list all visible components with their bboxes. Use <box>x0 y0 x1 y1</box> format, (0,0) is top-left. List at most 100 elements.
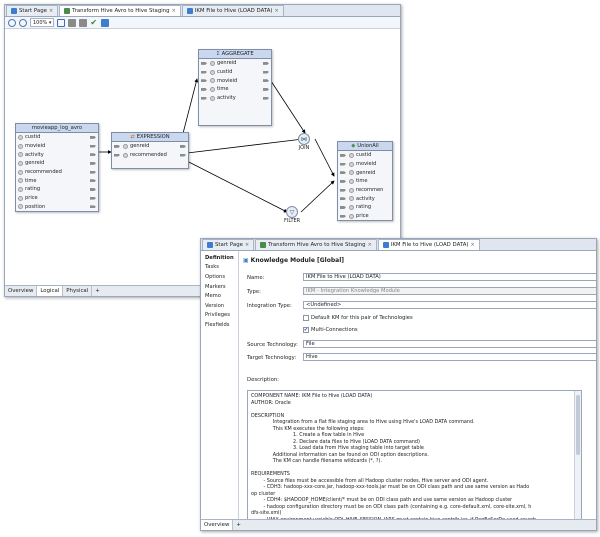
output-port-icon[interactable] <box>90 196 96 200</box>
attribute-row[interactable]: time <box>199 85 271 94</box>
source-tech-select[interactable]: File▾ <box>303 340 596 348</box>
output-port-icon[interactable] <box>180 153 186 157</box>
attribute-row[interactable]: position <box>16 203 98 212</box>
close-icon[interactable]: × <box>368 242 372 248</box>
nav-item-version[interactable]: Version <box>201 301 238 311</box>
grid-icon[interactable] <box>79 18 88 27</box>
tab-transform-mapping[interactable]: Transform Hive Avro to Hive Staging × <box>255 239 377 250</box>
output-port-icon[interactable] <box>90 144 96 148</box>
attribute-row[interactable]: genreid <box>199 59 271 68</box>
checkbox-checked-icon[interactable]: ✔ <box>303 327 309 333</box>
attribute-row[interactable]: price <box>338 212 392 221</box>
default-km-checkbox[interactable]: Default KM for this pair of Technologies <box>303 315 413 321</box>
input-port-icon[interactable] <box>340 179 346 183</box>
attribute-row[interactable]: activity <box>199 94 271 103</box>
output-port-icon[interactable] <box>90 161 96 165</box>
add-tab-icon[interactable]: + <box>233 522 241 528</box>
close-icon[interactable]: × <box>275 8 279 14</box>
attribute-row[interactable]: movieid <box>16 142 98 151</box>
output-port-icon[interactable] <box>263 79 269 83</box>
output-port-icon[interactable] <box>90 135 96 139</box>
filter-component[interactable]: ▽ FILTER <box>284 206 300 224</box>
attribute-row[interactable]: time <box>338 177 392 186</box>
input-port-icon[interactable] <box>114 153 120 157</box>
close-icon[interactable]: × <box>471 242 475 248</box>
input-port-icon[interactable] <box>340 205 346 209</box>
source-datastore-node[interactable]: movieapp_log_avro custid movieid activity g… <box>15 123 99 212</box>
tab-overview[interactable]: Overview <box>201 520 234 530</box>
type-select[interactable]: IKM - Integration Knowledge Module▾ <box>303 287 596 295</box>
output-port-icon[interactable] <box>180 144 186 148</box>
multi-connections-checkbox[interactable]: ✔ Multi-Connections <box>303 327 358 333</box>
zoom-select[interactable]: 100% ▾ <box>30 18 55 27</box>
zoom-in-icon[interactable] <box>8 18 16 27</box>
attribute-row[interactable]: movieid <box>199 76 271 85</box>
attribute-row[interactable]: custid <box>338 151 392 160</box>
properties-icon[interactable] <box>101 18 110 27</box>
tab-physical[interactable]: Physical <box>63 286 93 296</box>
close-icon[interactable]: × <box>49 8 53 14</box>
output-port-icon[interactable] <box>90 179 96 183</box>
tab-ikm-file-to-hive[interactable]: IKM File to Hive (LOAD DATA) × <box>181 5 284 16</box>
output-port-icon[interactable] <box>90 153 96 157</box>
nav-item-tasks[interactable]: Tasks <box>201 263 238 273</box>
close-icon[interactable]: × <box>172 8 176 14</box>
input-port-icon[interactable] <box>201 87 207 91</box>
tab-start-page[interactable]: Start Page × <box>202 239 255 250</box>
attribute-row[interactable]: recommended <box>112 151 188 160</box>
validate-check-icon[interactable]: ✔ <box>90 18 98 27</box>
fit-icon[interactable] <box>57 18 66 27</box>
nav-item-options[interactable]: Options <box>201 272 238 282</box>
attribute-row[interactable]: rating <box>16 185 98 194</box>
name-field[interactable]: IKM File to Hive (LOAD DATA) <box>303 273 596 281</box>
attribute-row[interactable]: activity <box>338 194 392 203</box>
close-icon[interactable]: × <box>245 242 249 248</box>
output-port-icon[interactable] <box>263 61 269 65</box>
nav-item-flexfields[interactable]: Flexfields <box>201 320 238 330</box>
input-port-icon[interactable] <box>340 153 346 157</box>
attribute-row[interactable]: genreid <box>112 142 188 151</box>
attribute-row[interactable]: time <box>16 176 98 185</box>
input-port-icon[interactable] <box>340 197 346 201</box>
attribute-row[interactable]: recommen <box>338 186 392 195</box>
add-tab-icon[interactable]: + <box>92 288 100 294</box>
input-port-icon[interactable] <box>114 144 120 148</box>
attribute-row[interactable]: movieid <box>338 160 392 169</box>
nav-item-memo[interactable]: Memo <box>201 291 238 301</box>
checkbox-box[interactable] <box>303 315 309 321</box>
aggregate-node[interactable]: Σ AGGREGATE genreid custid movieid time activ… <box>198 49 272 126</box>
nav-item-definition[interactable]: Definition <box>201 253 238 263</box>
target-tech-select[interactable]: Hive▾ <box>303 353 596 361</box>
layout-icon[interactable] <box>68 18 77 27</box>
description-scrollbar[interactable] <box>574 391 581 530</box>
attribute-row[interactable]: activity <box>16 150 98 159</box>
input-port-icon[interactable] <box>340 162 346 166</box>
input-port-icon[interactable] <box>201 61 207 65</box>
scrollbar-thumb[interactable] <box>576 395 580 455</box>
tab-ikm-file-to-hive[interactable]: IKM File to Hive (LOAD DATA) × <box>377 239 480 250</box>
tab-logical[interactable]: Logical <box>37 286 64 296</box>
attribute-row[interactable]: rating <box>338 203 392 212</box>
output-port-icon[interactable] <box>90 205 96 209</box>
attribute-row[interactable]: custid <box>16 133 98 142</box>
attribute-row[interactable]: genreid <box>338 168 392 177</box>
output-port-icon[interactable] <box>263 96 269 100</box>
nav-item-markers[interactable]: Markers <box>201 282 238 292</box>
output-port-icon[interactable] <box>263 70 269 74</box>
output-port-icon[interactable] <box>263 87 269 91</box>
nav-item-privileges[interactable]: Privileges <box>201 311 238 321</box>
tab-transform-mapping[interactable]: Transform Hive Avro to Hive Staging × <box>59 5 181 16</box>
join-component[interactable]: ⋈ JOIN <box>298 133 310 151</box>
output-port-icon[interactable] <box>90 170 96 174</box>
tab-overview[interactable]: Overview <box>5 286 38 296</box>
attribute-row[interactable]: genreid <box>16 159 98 168</box>
input-port-icon[interactable] <box>201 96 207 100</box>
input-port-icon[interactable] <box>340 171 346 175</box>
attribute-row[interactable]: recommended <box>16 168 98 177</box>
target-unionall-node[interactable]: ◆ UnionAll custid movieid genreid time recomm… <box>337 141 393 221</box>
tab-start-page[interactable]: Start Page × <box>6 5 59 16</box>
attribute-row[interactable]: custid <box>199 68 271 77</box>
input-port-icon[interactable] <box>201 79 207 83</box>
input-port-icon[interactable] <box>340 188 346 192</box>
zoom-out-icon[interactable] <box>19 18 27 27</box>
